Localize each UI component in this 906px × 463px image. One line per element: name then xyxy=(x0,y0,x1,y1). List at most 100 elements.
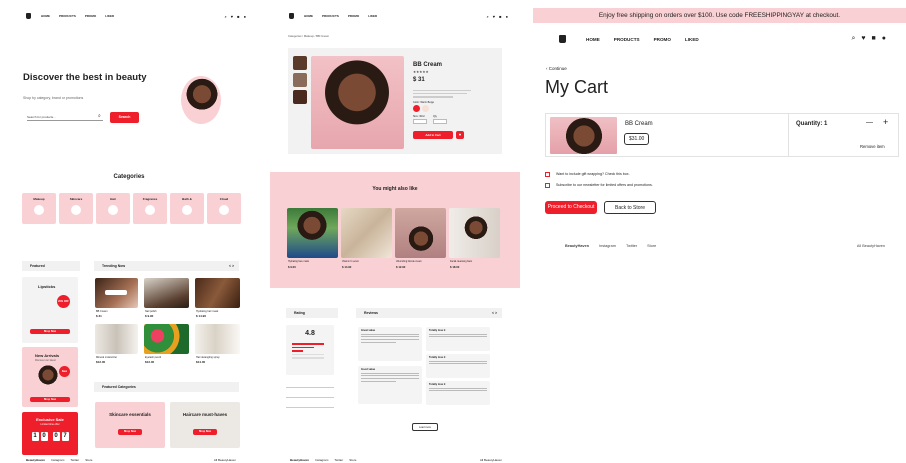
back-to-store-button[interactable]: Back to Store xyxy=(604,201,656,214)
footer-link[interactable]: Instagram xyxy=(315,458,328,462)
rating-filter-3[interactable] xyxy=(286,401,334,408)
home-page: HOME PRODUCTS PROMO LIKED ⌕ ♥ ■ ● Discov… xyxy=(0,0,258,463)
brand-logo-icon[interactable] xyxy=(26,13,31,19)
search-button[interactable]: Search xyxy=(110,112,139,123)
add-to-cart-overlay[interactable] xyxy=(105,290,127,295)
rating-label: Rating xyxy=(294,311,305,315)
remove-item-link[interactable]: Remove item xyxy=(860,144,885,149)
nav-promo[interactable]: PROMO xyxy=(85,14,96,18)
trending-image-eyelash[interactable] xyxy=(144,324,189,354)
nav-liked[interactable]: LIKED xyxy=(368,14,377,18)
new-arrivals-card[interactable]: New Arrivals Discover our latest New Sho… xyxy=(22,347,78,407)
color-swatch-light[interactable] xyxy=(422,105,429,112)
trending-name: Nail polish xyxy=(145,310,157,313)
color-swatch-red[interactable] xyxy=(413,105,420,112)
brand-logo-icon[interactable] xyxy=(559,35,566,43)
lipsticks-shop-button[interactable]: Shop Now xyxy=(30,329,70,334)
reviews-pager[interactable]: < > xyxy=(492,311,497,315)
footer-link[interactable]: Instagram xyxy=(51,458,64,462)
new-arrivals-shop-button[interactable]: Shop Now xyxy=(30,397,70,402)
nav-liked[interactable]: LIKED xyxy=(685,37,699,42)
size-select[interactable] xyxy=(413,119,427,124)
trending-image-hair-mask[interactable] xyxy=(195,278,240,308)
nav-home[interactable]: HOME xyxy=(586,37,600,42)
category-skincare[interactable]: Skincare xyxy=(59,193,93,224)
trending-image-moisturizer[interactable] xyxy=(95,324,138,354)
cart-item-name[interactable]: BB Cream xyxy=(625,121,653,127)
footer-brand[interactable]: BeautyHaven xyxy=(26,458,45,462)
user-icon[interactable]: ● xyxy=(506,14,508,19)
footer-brand[interactable]: BeautyHaven xyxy=(290,458,309,462)
also-like-name: Vitamin C serum xyxy=(342,261,359,263)
search-input[interactable]: Search for products... xyxy=(27,112,103,121)
trending-pager[interactable]: < > xyxy=(229,264,234,268)
nav-promo[interactable]: PROMO xyxy=(654,37,671,42)
also-like-image-2[interactable] xyxy=(341,208,392,258)
product-thumb-3[interactable] xyxy=(293,90,307,104)
newsletter-checkbox[interactable] xyxy=(545,183,550,188)
nav-home[interactable]: HOME xyxy=(41,14,50,18)
product-thumb-2[interactable] xyxy=(293,73,307,87)
product-thumb-1[interactable] xyxy=(293,56,307,70)
qty-select[interactable] xyxy=(433,119,447,124)
search-icon[interactable]: ⌕ xyxy=(487,14,489,19)
nav-products[interactable]: PRODUCTS xyxy=(322,14,339,18)
rating-filter-1[interactable] xyxy=(286,381,334,388)
exclusive-sale-card[interactable]: Exclusive Sale Limited time offer 1 0 0 … xyxy=(22,412,78,455)
skincare-shop-button[interactable]: Shop Now xyxy=(118,429,142,435)
category-makeup[interactable]: Makeup xyxy=(22,193,56,224)
footer-brand[interactable]: BeautyHaven xyxy=(565,244,589,248)
search-icon[interactable]: ⌕ xyxy=(851,35,855,43)
user-icon[interactable]: ● xyxy=(882,35,886,43)
heart-icon[interactable]: ♥ xyxy=(231,14,233,19)
trending-image-hair-spray[interactable] xyxy=(195,324,240,354)
continue-link[interactable]: ‹ Continue xyxy=(546,66,567,71)
footer-link[interactable]: Store xyxy=(349,458,356,462)
nav-products[interactable]: PRODUCTS xyxy=(614,37,640,42)
haircare-card[interactable]: Haircare must-haves Shop Now xyxy=(170,402,240,448)
nav-home[interactable]: HOME xyxy=(304,14,313,18)
lipsticks-card[interactable]: Lipsticks 20% OFF Shop Now xyxy=(22,277,78,343)
bag-icon[interactable]: ■ xyxy=(237,14,239,19)
search-icon[interactable]: ⌕ xyxy=(98,113,101,119)
nav-liked[interactable]: LIKED xyxy=(105,14,114,18)
also-like-name: Facial cleansing foam xyxy=(450,261,473,263)
add-to-cart-button[interactable]: Add to Cart xyxy=(413,131,453,139)
category-label: Skincare xyxy=(69,197,83,201)
footer-link[interactable]: Store xyxy=(647,244,656,248)
footer-link[interactable]: Instagram xyxy=(599,244,616,248)
search-icon[interactable]: ⌕ xyxy=(225,14,227,19)
load-more-button[interactable]: Load more xyxy=(412,423,438,431)
category-hair[interactable]: Hair xyxy=(96,193,130,224)
footer-link[interactable]: Store xyxy=(85,458,92,462)
wishlist-button[interactable]: ♥ xyxy=(456,131,464,139)
category-fragrance[interactable]: Fragrance xyxy=(133,193,167,224)
user-icon[interactable]: ● xyxy=(244,14,246,19)
category-cloud[interactable]: Cloud xyxy=(207,193,241,224)
breadcrumb[interactable]: Categories / Makeup / BB Cream xyxy=(288,34,329,38)
rating-bar xyxy=(292,346,314,348)
haircare-shop-button[interactable]: Shop Now xyxy=(193,429,217,435)
nav-products[interactable]: PRODUCTS xyxy=(59,14,76,18)
footer-right: All BeautyHaven xyxy=(856,244,885,248)
cart-item-image[interactable] xyxy=(550,117,617,154)
cart-navbar: HOME PRODUCTS PROMO LIKED ⌕ ♥ ■ ● xyxy=(533,33,906,45)
checkout-button[interactable]: Proceed to Checkout xyxy=(545,201,597,214)
footer-link[interactable]: Twitter xyxy=(70,458,79,462)
heart-icon[interactable]: ♥ xyxy=(493,14,495,19)
gift-checkbox[interactable] xyxy=(545,172,550,177)
bag-icon[interactable]: ■ xyxy=(872,35,876,43)
rating-filter-2[interactable] xyxy=(286,391,334,398)
category-bath[interactable]: Bath & xyxy=(170,193,204,224)
footer-link[interactable]: Twitter xyxy=(626,244,637,248)
description-line xyxy=(413,90,471,92)
quantity-decrease-button[interactable]: — xyxy=(866,119,873,126)
brand-logo-icon[interactable] xyxy=(289,13,294,19)
nav-promo[interactable]: PROMO xyxy=(348,14,359,18)
quantity-increase-button[interactable]: + xyxy=(883,117,888,127)
heart-icon[interactable]: ♥ xyxy=(861,35,865,43)
bag-icon[interactable]: ■ xyxy=(499,14,501,19)
skincare-essentials-card[interactable]: Skincare essentials Shop Now xyxy=(95,402,165,448)
footer-link[interactable]: Twitter xyxy=(334,458,343,462)
trending-image-nail-polish[interactable] xyxy=(144,278,189,308)
